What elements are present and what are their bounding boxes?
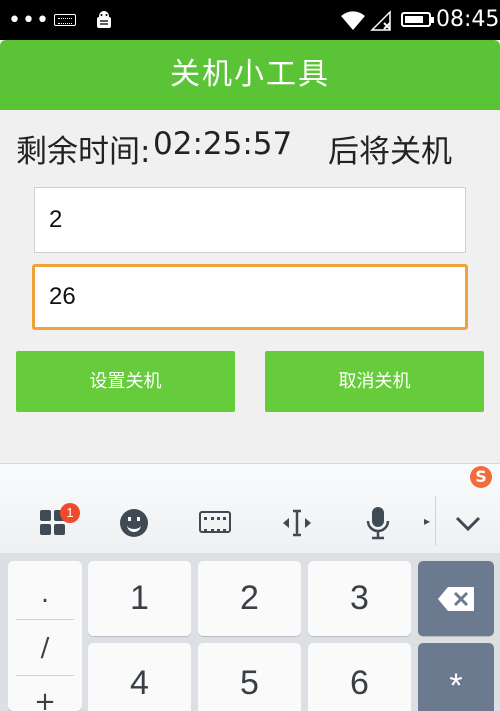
status-bar: ••• 08:45 <box>0 0 500 40</box>
keyboard-icon <box>54 14 76 26</box>
battery-level <box>405 16 423 23</box>
set-shutdown-button[interactable]: 设置关机 <box>16 351 235 412</box>
remaining-time-value: 02:25:57 <box>153 126 293 162</box>
key-4[interactable]: 4 <box>88 643 191 711</box>
symbol-key[interactable]: + <box>8 687 82 711</box>
divider <box>16 675 74 676</box>
symbol-key[interactable]: / <box>8 633 82 663</box>
app-header: 关机小工具 <box>0 40 500 110</box>
minutes-input[interactable]: 26 <box>32 264 468 330</box>
key-2[interactable]: 2 <box>198 561 301 636</box>
emoji-icon[interactable] <box>120 509 148 537</box>
notification-badge: 1 <box>60 503 80 523</box>
key-3[interactable]: 3 <box>308 561 411 636</box>
more-dots-icon: ••• <box>8 8 50 33</box>
chevron-right-icon: ▸ <box>424 514 431 528</box>
status-time: 08:45 <box>436 7 500 32</box>
backspace-key[interactable] <box>418 561 494 636</box>
signal-icon <box>370 10 391 31</box>
symbol-key[interactable]: . <box>8 579 82 609</box>
cancel-shutdown-button[interactable]: 取消关机 <box>265 351 484 412</box>
key-1[interactable]: 1 <box>88 561 191 636</box>
symbol-column[interactable]: . / + <box>8 561 82 711</box>
hours-input[interactable]: 2 <box>34 187 466 253</box>
battery-icon <box>401 12 434 27</box>
key-5[interactable]: 5 <box>198 643 301 711</box>
cursor-move-icon[interactable] <box>281 508 313 538</box>
sogou-logo: S <box>470 466 492 488</box>
asterisk-key[interactable]: * <box>418 643 494 711</box>
divider <box>16 619 74 620</box>
keyboard-switch-icon[interactable] <box>199 511 231 533</box>
remaining-time-label: 剩余时间: <box>16 134 151 170</box>
collapse-icon[interactable] <box>453 512 483 534</box>
backspace-icon <box>438 587 474 611</box>
toolbar-divider <box>435 496 436 546</box>
key-6[interactable]: 6 <box>308 643 411 711</box>
wifi-icon <box>341 11 365 30</box>
shutdown-suffix-label: 后将关机 <box>328 134 452 170</box>
microphone-icon[interactable] <box>366 506 390 540</box>
android-debug-icon <box>97 11 111 28</box>
app-title: 关机小工具 <box>170 57 330 92</box>
